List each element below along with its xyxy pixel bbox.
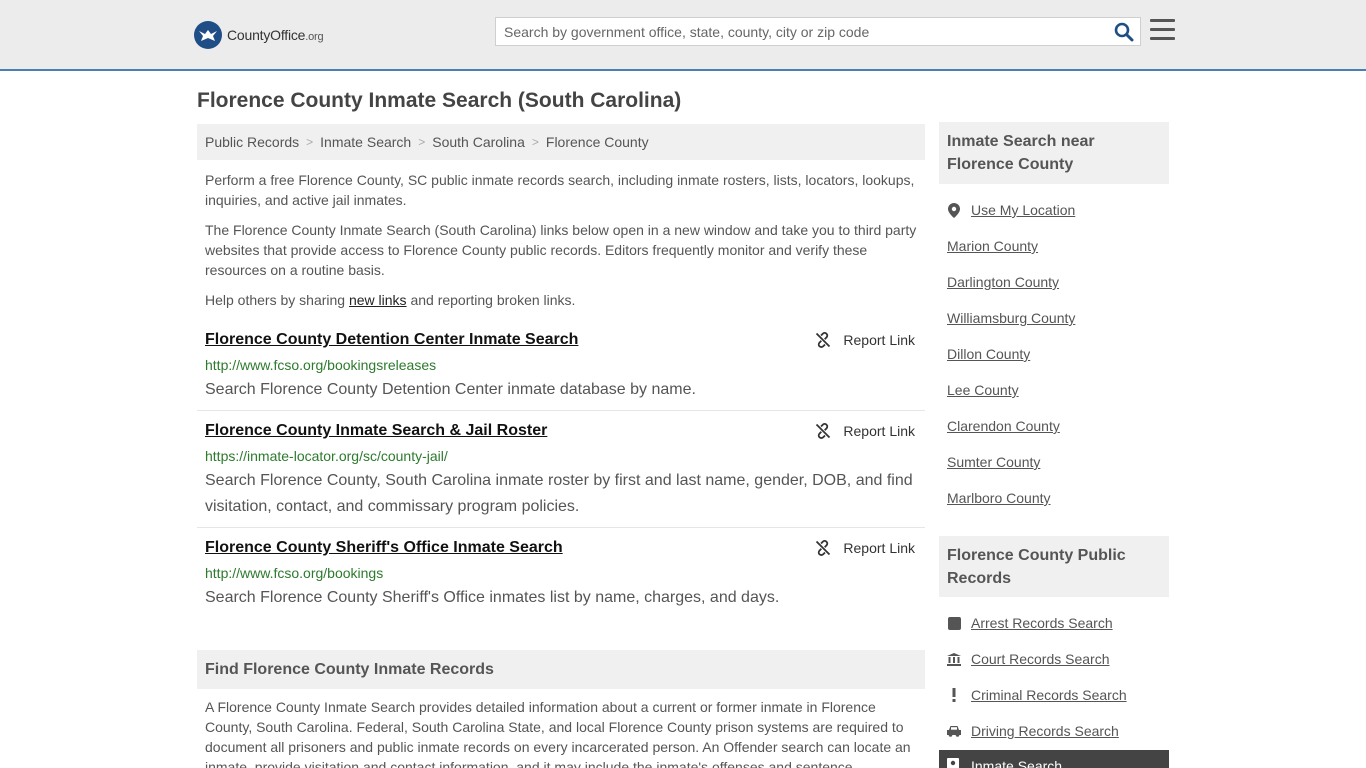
intro-paragraph-2: The Florence County Inmate Search (South… <box>205 222 917 278</box>
record-link-entry: Florence County Inmate Search & Jail Ros… <box>197 422 925 518</box>
inmate-icon <box>947 758 961 768</box>
new-links-link[interactable]: new links <box>349 292 407 308</box>
breadcrumb-south-carolina[interactable]: South Carolina <box>432 134 525 150</box>
courthouse-icon <box>947 652 961 666</box>
breadcrumb: Public Records > Inmate Search > South C… <box>197 124 925 160</box>
record-link-description: Search Florence County Sheriff's Office … <box>205 589 780 606</box>
nearby-county-link[interactable]: Darlington County <box>947 274 1059 290</box>
car-icon <box>947 724 961 738</box>
record-link-title[interactable]: Florence County Detention Center Inmate … <box>205 331 578 349</box>
record-link-entry: Florence County Sheriff's Office Inmate … <box>197 539 925 609</box>
nearby-county-link[interactable]: Marion County <box>947 238 1038 254</box>
site-logo[interactable]: CountyOffice.org <box>194 21 324 49</box>
intro-paragraph-3: Help others by sharing new links and rep… <box>205 292 576 308</box>
driving-records-link[interactable]: Driving Records Search <box>947 723 1119 739</box>
breadcrumb-florence-county[interactable]: Florence County <box>546 134 649 150</box>
nearby-county-link[interactable]: Lee County <box>947 382 1019 398</box>
report-link-button[interactable]: Report Link <box>815 332 915 348</box>
nearby-county-link[interactable]: Clarendon County <box>947 418 1060 434</box>
report-link-button[interactable]: Report Link <box>815 423 915 439</box>
broken-link-icon <box>816 423 831 439</box>
record-link-entry: Florence County Detention Center Inmate … <box>197 331 925 401</box>
breadcrumb-public-records[interactable]: Public Records <box>205 134 299 150</box>
square-icon <box>947 616 961 630</box>
record-link-description: Search Florence County, South Carolina i… <box>205 472 913 515</box>
page-title: Florence County Inmate Search (South Car… <box>197 89 682 112</box>
use-my-location-link[interactable]: Use My Location <box>947 202 1075 218</box>
top-header: CountyOffice.org <box>0 0 1366 71</box>
record-link-url: http://www.fcso.org/bookingsreleases <box>205 357 437 373</box>
broken-link-icon <box>816 332 831 348</box>
intro-paragraph-1: Perform a free Florence County, SC publi… <box>205 172 915 208</box>
breadcrumb-separator-icon: > <box>418 135 426 149</box>
search-bar <box>495 17 1141 46</box>
record-link-url: https://inmate-locator.org/sc/county-jai… <box>205 448 448 464</box>
logo-text: CountyOffice.org <box>227 27 324 43</box>
broken-link-icon <box>816 540 831 556</box>
search-input[interactable] <box>496 18 1106 45</box>
find-records-heading: Find Florence County Inmate Records <box>197 650 925 689</box>
logo-eagle-icon <box>194 21 222 49</box>
inmate-search-active-link[interactable]: Inmate Search <box>939 750 1169 768</box>
nearby-county-link[interactable]: Dillon County <box>947 346 1030 362</box>
sidebar-nearby-heading: Inmate Search near Florence County <box>939 122 1169 184</box>
map-pin-icon <box>947 202 961 218</box>
find-records-body: A Florence County Inmate Search provides… <box>205 699 911 768</box>
breadcrumb-inmate-search[interactable]: Inmate Search <box>320 134 411 150</box>
nearby-county-link[interactable]: Williamsburg County <box>947 310 1075 326</box>
breadcrumb-separator-icon: > <box>306 135 314 149</box>
nearby-county-link[interactable]: Marlboro County <box>947 490 1051 506</box>
arrest-records-link[interactable]: Arrest Records Search <box>947 615 1113 631</box>
breadcrumb-separator-icon: > <box>531 135 539 149</box>
entry-divider <box>197 527 925 528</box>
record-link-description: Search Florence County Detention Center … <box>205 381 696 398</box>
exclamation-icon <box>947 688 961 702</box>
sidebar-records-heading: Florence County Public Records <box>939 536 1169 597</box>
search-icon[interactable] <box>1114 22 1134 42</box>
record-link-title[interactable]: Florence County Inmate Search & Jail Ros… <box>205 422 547 440</box>
criminal-records-link[interactable]: Criminal Records Search <box>947 687 1127 703</box>
hamburger-menu-icon[interactable] <box>1150 19 1175 41</box>
record-link-url: http://www.fcso.org/bookings <box>205 565 384 581</box>
court-records-link[interactable]: Court Records Search <box>947 651 1110 667</box>
entry-divider <box>197 410 925 411</box>
report-link-button[interactable]: Report Link <box>815 540 915 556</box>
nearby-county-link[interactable]: Sumter County <box>947 454 1040 470</box>
record-link-title[interactable]: Florence County Sheriff's Office Inmate … <box>205 539 563 557</box>
